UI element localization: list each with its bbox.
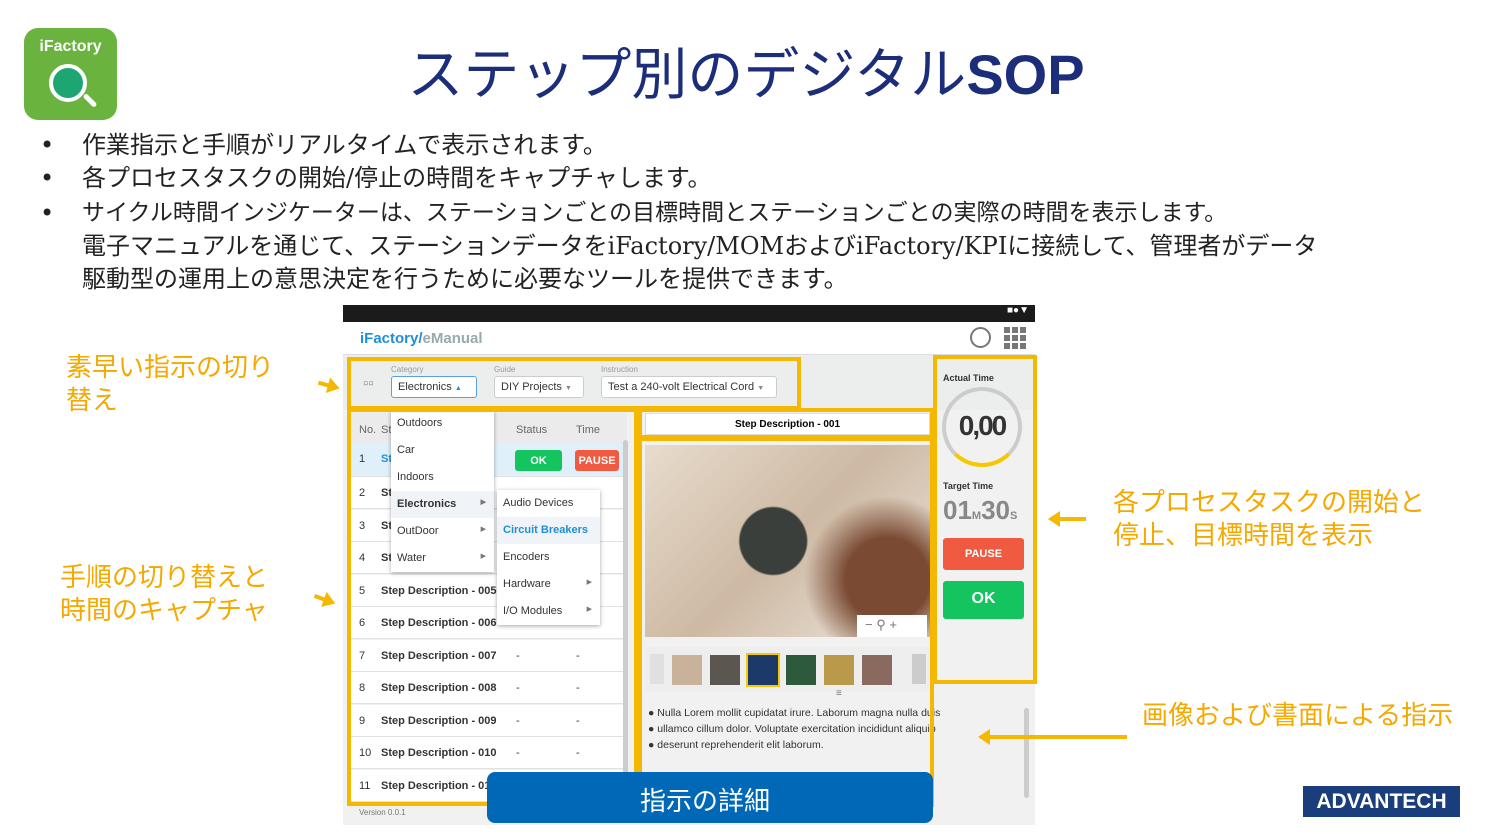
- highlight-step-list: [347, 408, 638, 806]
- description-scrollbar[interactable]: [1024, 708, 1029, 798]
- instruction-detail-banner: 指示の詳細: [487, 772, 933, 823]
- slide-title: ステップ別のデジタルSOP: [407, 43, 1085, 108]
- app-brand: iFactory/eManual: [360, 330, 483, 347]
- apps-grid-icon[interactable]: [1004, 327, 1026, 349]
- version-text: Version 0.0.1: [359, 808, 406, 817]
- arrow-icon: [978, 729, 1127, 745]
- annotation-quick-switch: 素早い指示の切り 替え: [66, 353, 275, 416]
- annotation-step-capture: 手順の切り替えと 時間のキャプチャ: [60, 563, 269, 626]
- annotation-images: 画像および書面による指示: [1142, 701, 1454, 731]
- highlight-instructions: [638, 437, 934, 807]
- highlight-step-title: [638, 408, 934, 439]
- highlight-timer: [933, 355, 1037, 684]
- arrow-icon: [313, 594, 333, 604]
- arrow-icon: [1048, 511, 1086, 527]
- highlight-selector: [347, 357, 801, 410]
- arrow-icon: [317, 380, 337, 390]
- app-header: iFactory/eManual: [343, 322, 1035, 355]
- advantech-logo: ADVANTECH: [1303, 786, 1460, 817]
- globe-icon[interactable]: [970, 327, 991, 348]
- annotation-timer: 各プロセスタスクの開始と 停止、目標時間を表示: [1113, 488, 1426, 551]
- status-bar: ■●▼: [343, 305, 1035, 322]
